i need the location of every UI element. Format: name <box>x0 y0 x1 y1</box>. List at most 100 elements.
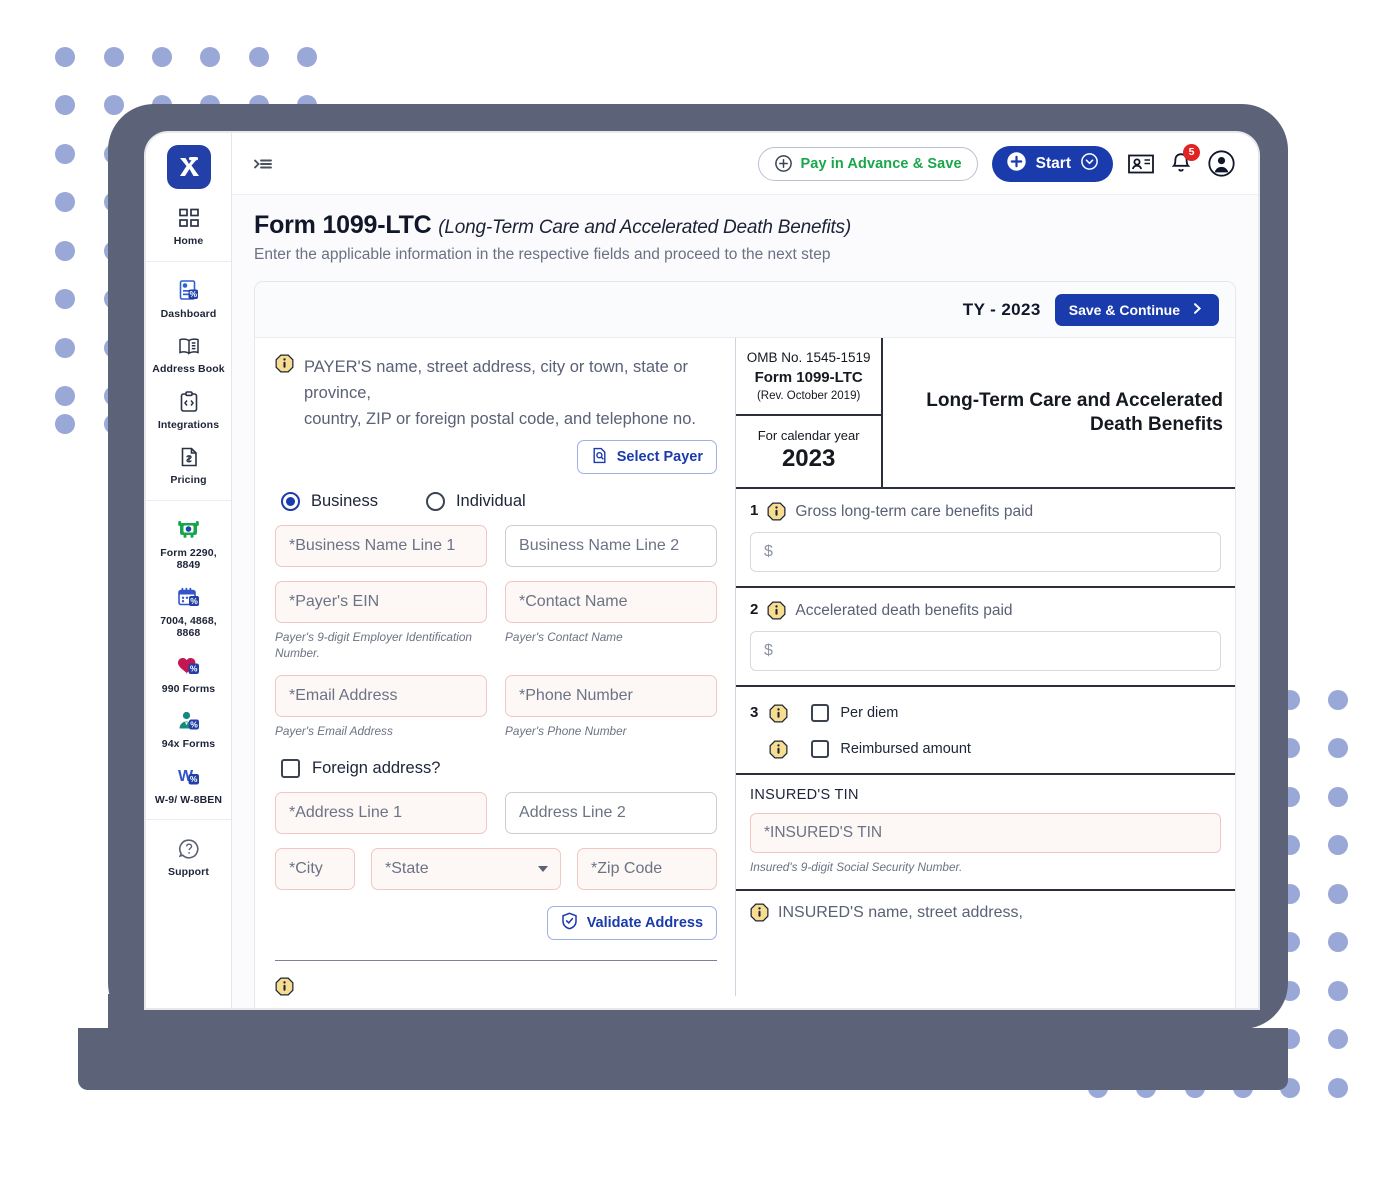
select-payer-button[interactable]: Select Payer <box>576 440 718 474</box>
ein-cell: *Payer's EIN Payer's 9-digit Employer Id… <box>275 581 488 661</box>
chevron-right-icon <box>1190 301 1205 319</box>
decorative-dot <box>1328 690 1348 710</box>
preview-form-name: Form 1099-LTC <box>754 369 863 386</box>
email-address-hint: Payer's Email Address <box>275 724 393 738</box>
decorative-dot <box>55 386 75 406</box>
decorative-dot <box>249 47 269 67</box>
top-bar-actions: Pay in Advance & Save Start 5 <box>757 143 1236 182</box>
city-input[interactable]: *City <box>275 848 356 890</box>
main-region: Pay in Advance & Save Start 5 Form 1099-… <box>232 133 1258 1008</box>
foreign-address-label: Foreign address? <box>312 759 441 777</box>
form-card-body: PAYER'S name, street address, city or to… <box>255 338 1235 996</box>
sidebar-item-home[interactable]: Home <box>146 198 231 254</box>
collapse-sidebar-icon[interactable] <box>250 151 276 177</box>
start-button[interactable]: Start <box>991 145 1113 182</box>
city-cell: *City <box>275 848 356 890</box>
radio-business-indicator <box>281 492 300 511</box>
plus-circle-icon <box>774 154 793 173</box>
sidebar-item-integrations[interactable]: Integrations <box>146 382 231 438</box>
sidebar-item-pricing[interactable]: Pricing <box>146 437 231 493</box>
address-book-icon <box>177 333 201 359</box>
box-3-per-diem-row: 3 Per diem <box>750 703 1221 723</box>
preview-title-box: Long-Term Care and Accelerated Death Ben… <box>883 338 1235 487</box>
sidebar-item-label: Form 2290, 8849 <box>160 546 217 572</box>
page-description: Enter the applicable information in the … <box>254 246 831 263</box>
reimbursed-amount-checkbox[interactable] <box>811 740 830 758</box>
business-name-1-input[interactable]: *Business Name Line 1 <box>275 525 488 567</box>
next-section-heading <box>275 977 717 996</box>
preview-box-2: 2 Accelerated death benefits paid $ <box>736 588 1235 687</box>
decorative-dot <box>1328 738 1348 758</box>
sidebar-item-label: W-9/ W-8BEN <box>154 793 223 806</box>
sidebar-item-94x-forms[interactable]: % 94x Forms <box>146 701 231 757</box>
box-1-amount-input[interactable]: $ <box>750 532 1221 572</box>
notification-bell-icon[interactable]: 5 <box>1169 143 1200 177</box>
save-and-continue-label: Save & Continue <box>1068 301 1180 318</box>
insured-tin-input[interactable]: *INSURED'S TIN <box>750 813 1221 853</box>
sidebar-item-dashboard[interactable]: % Dashboard <box>146 271 231 327</box>
business-name-2-cell: Business Name Line 2 <box>505 525 718 567</box>
decorative-dot <box>55 241 75 261</box>
preview-insured-name-head: INSURED'S name, street address, <box>736 891 1235 922</box>
contact-name-input[interactable]: *Contact Name <box>505 581 718 623</box>
payer-ein-input[interactable]: *Payer's EIN <box>275 581 488 623</box>
preview-form-title: Long-Term Care and Accelerated Death Ben… <box>926 389 1223 435</box>
radio-individual-label: Individual <box>455 492 526 510</box>
sidebar-item-990-forms[interactable]: % 990 Forms <box>146 646 231 702</box>
save-and-continue-button[interactable]: Save & Continue <box>1054 293 1219 326</box>
validate-address-row: Validate Address <box>275 906 718 940</box>
radio-business[interactable]: Business <box>281 492 378 511</box>
contact-card-icon[interactable] <box>1127 152 1155 176</box>
radio-individual-indicator <box>425 492 445 511</box>
sidebar-item-w9-w8ben[interactable]: W % W-9/ W-8BEN <box>146 757 231 813</box>
preview-form-revision: (Rev. October 2019) <box>756 390 861 402</box>
state-select[interactable]: *State <box>371 848 562 890</box>
sidebar-item-7004[interactable]: % 7004, 4868, 8868 <box>146 578 231 646</box>
select-payer-row: Select Payer <box>275 440 718 474</box>
address-line-1-input[interactable]: *Address Line 1 <box>275 792 488 834</box>
business-name-row: *Business Name Line 1 Business Name Line… <box>275 525 718 567</box>
radio-individual[interactable]: Individual <box>425 492 526 511</box>
sidebar-item-address-book[interactable]: Address Book <box>146 326 231 382</box>
pay-in-advance-button[interactable]: Pay in Advance & Save <box>757 146 978 181</box>
chevron-down-circle-icon <box>1080 152 1099 176</box>
address-row: *Address Line 1 Address Line 2 <box>275 792 718 834</box>
payer-heading-text: PAYER'S name, street address, city or to… <box>304 354 717 432</box>
info-icon[interactable] <box>769 704 788 723</box>
w-icon: W % <box>176 764 202 790</box>
decorative-dot <box>55 144 75 164</box>
zip-cell: *Zip Code <box>577 848 718 890</box>
address-line-2-input[interactable]: Address Line 2 <box>505 792 718 834</box>
help-icon <box>177 836 201 862</box>
info-icon[interactable] <box>275 977 294 996</box>
foreign-address-checkbox[interactable]: Foreign address? <box>281 759 717 778</box>
sidebar-item-support[interactable]: Support <box>146 829 231 885</box>
validate-address-button[interactable]: Validate Address <box>546 906 718 940</box>
sidebar-section-primary: Home <box>146 189 231 262</box>
zip-code-input[interactable]: *Zip Code <box>577 848 718 890</box>
payer-heading-line2: country, ZIP or foreign postal code, and… <box>304 410 696 428</box>
user-avatar-icon[interactable] <box>1207 149 1236 178</box>
decorative-dot <box>1328 1029 1348 1049</box>
business-name-2-input[interactable]: Business Name Line 2 <box>505 525 718 567</box>
info-icon[interactable] <box>767 502 786 521</box>
info-icon[interactable] <box>275 354 294 373</box>
box-2-amount-input[interactable]: $ <box>750 631 1221 671</box>
info-icon[interactable] <box>769 740 788 759</box>
info-icon[interactable] <box>750 903 769 922</box>
sidebar-item-form-2290[interactable]: Form 2290, 8849 <box>146 510 231 578</box>
sidebar-item-label: Home <box>173 235 204 247</box>
form-preview-column: OMB No. 1545-1519 Form 1099-LTC (Rev. Oc… <box>735 338 1235 996</box>
sidebar-item-label: 7004, 4868, 8868 <box>160 614 217 640</box>
sidebar-section-support: Support <box>146 820 231 892</box>
per-diem-checkbox[interactable] <box>811 704 830 722</box>
info-icon[interactable] <box>767 601 786 620</box>
email-address-input[interactable]: *Email Address <box>275 675 488 717</box>
app-logo[interactable] <box>166 145 211 189</box>
sidebar-item-label: Integrations <box>157 418 220 431</box>
omb-left-column: OMB No. 1545-1519 Form 1099-LTC (Rev. Oc… <box>736 338 884 487</box>
decorative-dot <box>55 95 75 115</box>
form-card-header: TY - 2023 Save & Continue <box>255 282 1235 338</box>
sidebar-item-label: 94x Forms <box>161 738 216 750</box>
phone-number-input[interactable]: *Phone Number <box>505 675 718 717</box>
